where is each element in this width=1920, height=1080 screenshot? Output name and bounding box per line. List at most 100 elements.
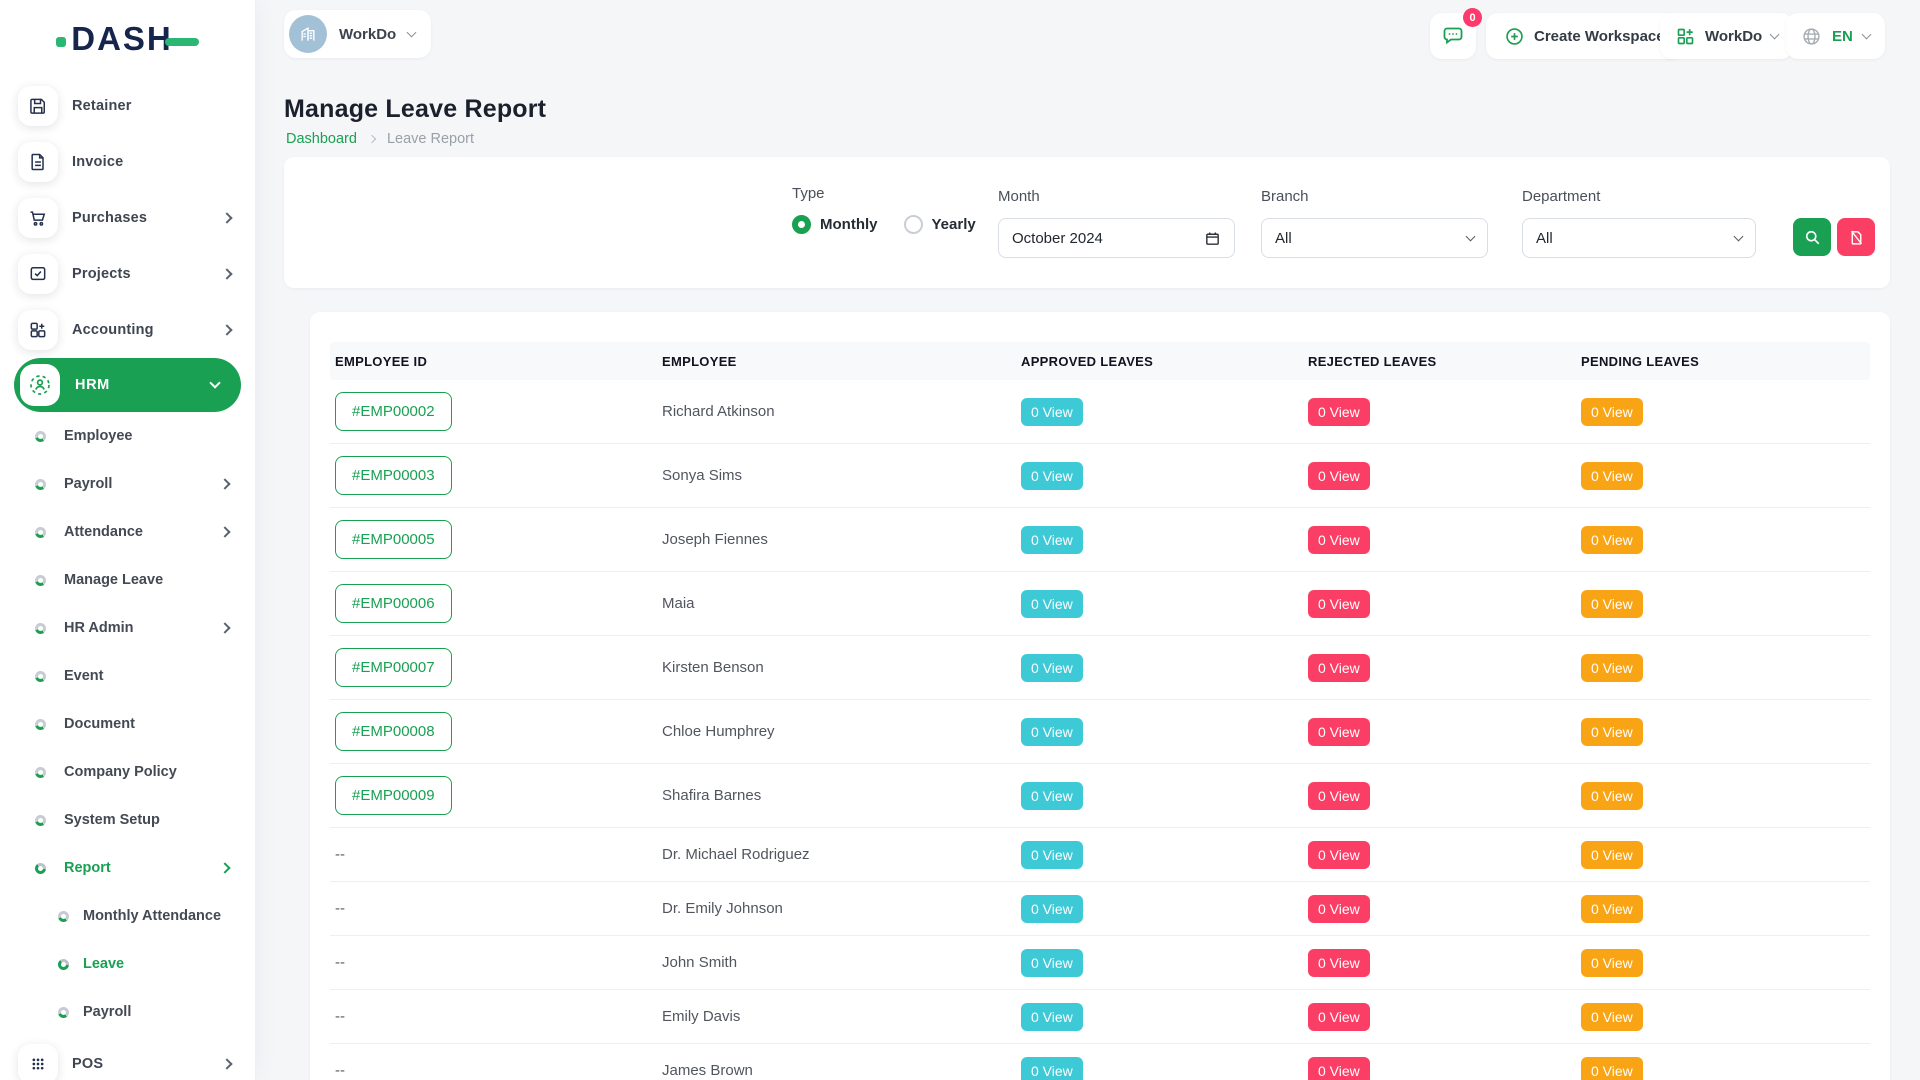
rejected-view-button[interactable]: 0 View	[1308, 590, 1370, 618]
workdo-apps-button[interactable]: WorkDo	[1660, 13, 1793, 59]
radio-monthly-label[interactable]: Monthly	[820, 216, 878, 233]
approved-leaves-cell: 0 View	[1021, 895, 1308, 923]
radio-monthly[interactable]: Monthly	[792, 215, 878, 234]
pending-view-button[interactable]: 0 View	[1581, 895, 1643, 923]
bullet-icon	[35, 863, 46, 874]
sidebar-subitem-event[interactable]: Event	[0, 652, 255, 700]
department-select[interactable]: All	[1522, 218, 1756, 258]
rejected-view-button[interactable]: 0 View	[1308, 718, 1370, 746]
sidebar-subitem-payroll-report[interactable]: Payroll	[0, 988, 255, 1036]
sidebar-item-retainer[interactable]: Retainer	[0, 78, 255, 134]
logo-dot-icon	[56, 37, 66, 47]
approved-view-button[interactable]: 0 View	[1021, 654, 1083, 682]
breadcrumb-dashboard-link[interactable]: Dashboard	[286, 131, 357, 147]
pending-view-button[interactable]: 0 View	[1581, 462, 1643, 490]
sidebar-subitem-leave[interactable]: Leave	[0, 940, 255, 988]
sidebar-subitem-document[interactable]: Document	[0, 700, 255, 748]
reset-filter-button[interactable]	[1837, 218, 1875, 256]
sidebar-subitem-employee[interactable]: Employee	[0, 412, 255, 460]
bullet-icon	[35, 767, 46, 778]
rejected-view-button[interactable]: 0 View	[1308, 654, 1370, 682]
rejected-view-button[interactable]: 0 View	[1308, 462, 1370, 490]
pending-view-button[interactable]: 0 View	[1581, 841, 1643, 869]
approved-view-button[interactable]: 0 View	[1021, 949, 1083, 977]
rejected-view-button[interactable]: 0 View	[1308, 841, 1370, 869]
rejected-view-button[interactable]: 0 View	[1308, 1003, 1370, 1031]
employee-id-link[interactable]: #EMP00008	[335, 712, 452, 751]
dash-logo[interactable]: DASH	[0, 0, 255, 78]
approved-view-button[interactable]: 0 View	[1021, 782, 1083, 810]
sidebar-item-label: Purchases	[72, 210, 147, 226]
pending-view-button[interactable]: 0 View	[1581, 782, 1643, 810]
approved-view-button[interactable]: 0 View	[1021, 1057, 1083, 1080]
approved-view-button[interactable]: 0 View	[1021, 526, 1083, 554]
language-selector[interactable]: EN	[1786, 13, 1885, 59]
pending-view-button[interactable]: 0 View	[1581, 398, 1643, 426]
sidebar-subitem-system-setup[interactable]: System Setup	[0, 796, 255, 844]
approved-view-button[interactable]: 0 View	[1021, 718, 1083, 746]
pending-view-button[interactable]: 0 View	[1581, 1003, 1643, 1031]
workspace-selector[interactable]: WorkDo	[284, 10, 431, 58]
radio-unchecked-icon[interactable]	[904, 215, 923, 234]
radio-checked-icon[interactable]	[792, 215, 811, 234]
approved-view-button[interactable]: 0 View	[1021, 841, 1083, 869]
chevron-down-icon	[1861, 30, 1871, 40]
branch-select[interactable]: All	[1261, 218, 1488, 258]
messages-button[interactable]: 0	[1430, 13, 1476, 59]
rejected-view-button[interactable]: 0 View	[1308, 895, 1370, 923]
pending-view-button[interactable]: 0 View	[1581, 590, 1643, 618]
sidebar-item-label: Manage Leave	[64, 572, 163, 588]
bullet-icon	[58, 911, 69, 922]
table-row: #EMP00008 Chloe Humphrey 0 View 0 View 0…	[330, 700, 1870, 764]
rejected-view-button[interactable]: 0 View	[1308, 949, 1370, 977]
sidebar-item-accounting[interactable]: Accounting	[0, 302, 255, 358]
bullet-icon	[58, 1007, 69, 1018]
employee-id-cell: --	[330, 1062, 662, 1080]
approved-view-button[interactable]: 0 View	[1021, 895, 1083, 923]
pos-grid-icon	[18, 1044, 58, 1080]
approved-view-button[interactable]: 0 View	[1021, 590, 1083, 618]
approved-view-button[interactable]: 0 View	[1021, 462, 1083, 490]
pending-view-button[interactable]: 0 View	[1581, 654, 1643, 682]
month-input[interactable]: October 2024	[998, 218, 1235, 258]
sidebar-item-hrm[interactable]: HRM	[14, 358, 241, 412]
rejected-view-button[interactable]: 0 View	[1308, 398, 1370, 426]
rejected-view-button[interactable]: 0 View	[1308, 782, 1370, 810]
sidebar-item-projects[interactable]: Projects	[0, 246, 255, 302]
pending-view-button[interactable]: 0 View	[1581, 949, 1643, 977]
sidebar-item-invoice[interactable]: Invoice	[0, 134, 255, 190]
employee-id-link: --	[335, 846, 345, 863]
sidebar-item-pos[interactable]: POS	[0, 1036, 255, 1080]
rejected-view-button[interactable]: 0 View	[1308, 1057, 1370, 1080]
employee-id-link[interactable]: #EMP00002	[335, 392, 452, 431]
pending-view-button[interactable]: 0 View	[1581, 1057, 1643, 1080]
sidebar-subitem-payroll[interactable]: Payroll	[0, 460, 255, 508]
approved-view-button[interactable]: 0 View	[1021, 398, 1083, 426]
apply-filter-button[interactable]	[1793, 218, 1831, 256]
sidebar-subitem-hr-admin[interactable]: HR Admin	[0, 604, 255, 652]
employee-id-link[interactable]: #EMP00003	[335, 456, 452, 495]
chevron-down-icon	[407, 28, 417, 38]
pending-view-button[interactable]: 0 View	[1581, 718, 1643, 746]
employee-id-link[interactable]: #EMP00005	[335, 520, 452, 559]
create-workspace-button[interactable]: Create Workspace	[1486, 13, 1683, 59]
sidebar-subitem-manage-leave[interactable]: Manage Leave	[0, 556, 255, 604]
radio-yearly[interactable]: Yearly	[904, 215, 976, 234]
employee-id-link[interactable]: #EMP00007	[335, 648, 452, 687]
messages-count-badge: 0	[1463, 8, 1482, 27]
sidebar-subitem-monthly-attendance[interactable]: Monthly Attendance	[0, 892, 255, 940]
retainer-save-icon	[18, 86, 58, 126]
table-row: #EMP00005 Joseph Fiennes 0 View 0 View 0…	[330, 508, 1870, 572]
pending-view-button[interactable]: 0 View	[1581, 526, 1643, 554]
sidebar-subitem-company-policy[interactable]: Company Policy	[0, 748, 255, 796]
sidebar-subitem-attendance[interactable]: Attendance	[0, 508, 255, 556]
column-header-pending-leaves: PENDING LEAVES	[1581, 354, 1870, 369]
pending-leaves-cell: 0 View	[1581, 1057, 1870, 1080]
radio-yearly-label[interactable]: Yearly	[932, 216, 976, 233]
rejected-view-button[interactable]: 0 View	[1308, 526, 1370, 554]
employee-id-link[interactable]: #EMP00006	[335, 584, 452, 623]
employee-id-link[interactable]: #EMP00009	[335, 776, 452, 815]
sidebar-item-purchases[interactable]: Purchases	[0, 190, 255, 246]
sidebar-subitem-report[interactable]: Report	[0, 844, 255, 892]
approved-view-button[interactable]: 0 View	[1021, 1003, 1083, 1031]
